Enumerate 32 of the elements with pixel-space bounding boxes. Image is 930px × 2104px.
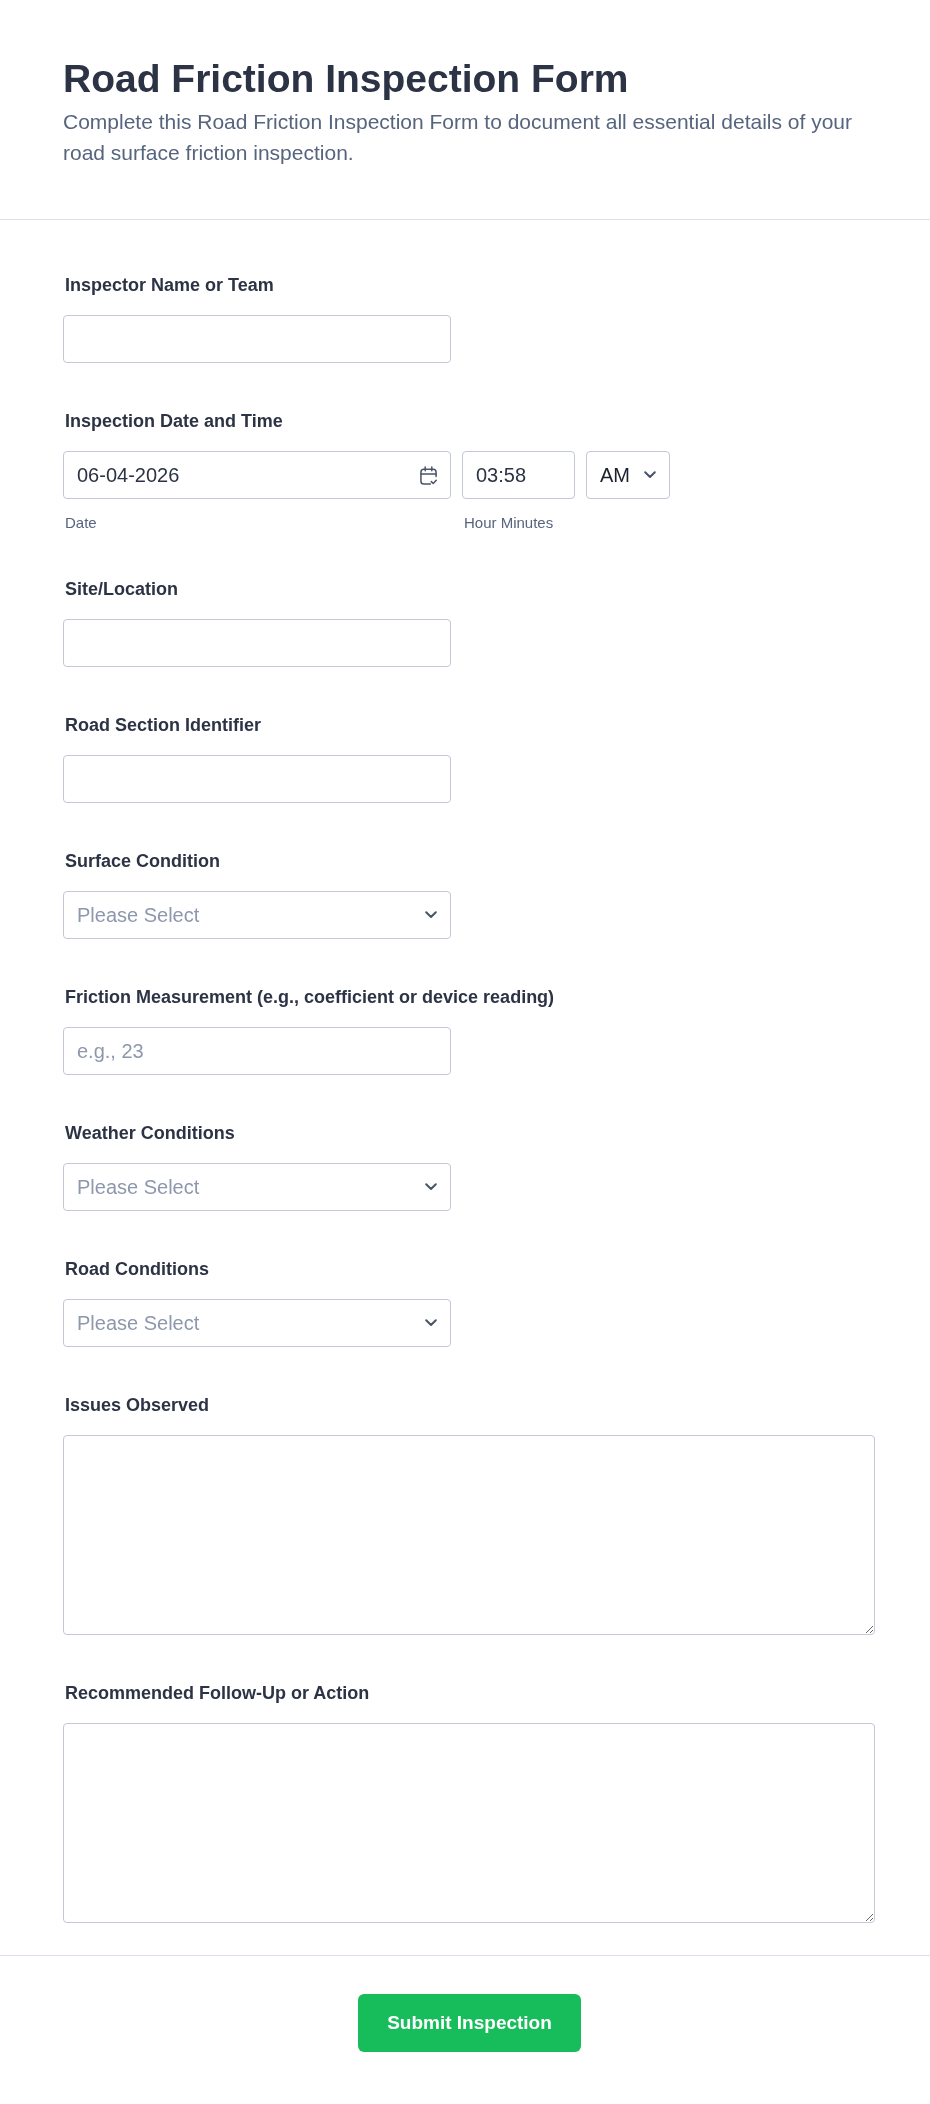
calendar-icon: [420, 465, 437, 485]
dropdown-field[interactable]: Please Select: [63, 1163, 451, 1211]
submit-button[interactable]: Submit Inspection: [358, 1994, 581, 2052]
field-label: Inspector Name or Team: [64, 275, 274, 295]
text-field[interactable]: [63, 315, 451, 363]
dropdown-field[interactable]: AM: [586, 451, 670, 499]
field-label: Surface Condition: [64, 851, 220, 871]
form-description: Complete this Road Friction Inspection Form to document all essential details of your road surface friction inspection.: [63, 109, 854, 166]
field-label: Inspection Date and Time: [64, 411, 283, 431]
dropdown-field[interactable]: Please Select: [63, 891, 451, 939]
text-field[interactable]: [63, 619, 451, 667]
field-label: Issues Observed: [64, 1395, 210, 1415]
field-label: Road Conditions: [64, 1259, 209, 1279]
text-field[interactable]: [63, 755, 451, 803]
text-area[interactable]: [63, 1723, 875, 1923]
text-field[interactable]: e.g., 23: [63, 1027, 451, 1075]
field-label: Recommended Follow-Up or Action: [64, 1683, 370, 1703]
field-label: Road Section Identifier: [64, 715, 262, 735]
field-label: Friction Measurement (e.g., coefficient or device reading): [64, 987, 555, 1007]
chevron-down-icon: [425, 1319, 437, 1327]
chevron-down-icon: [425, 911, 437, 919]
time-field[interactable]: 03:58: [462, 451, 575, 499]
dropdown-field[interactable]: Please Select: [63, 1299, 451, 1347]
text-area[interactable]: [63, 1435, 875, 1635]
field-sublabel: Date: [64, 515, 97, 531]
field-sublabel: Hour Minutes: [463, 515, 554, 531]
date-field[interactable]: 06-04-2026: [63, 451, 451, 499]
chevron-down-icon: [425, 1183, 437, 1191]
chevron-down-icon: [644, 471, 656, 479]
field-label: Site/Location: [64, 579, 178, 599]
form-title: Road Friction Inspection Form: [63, 56, 629, 102]
field-label: Weather Conditions: [64, 1123, 235, 1143]
